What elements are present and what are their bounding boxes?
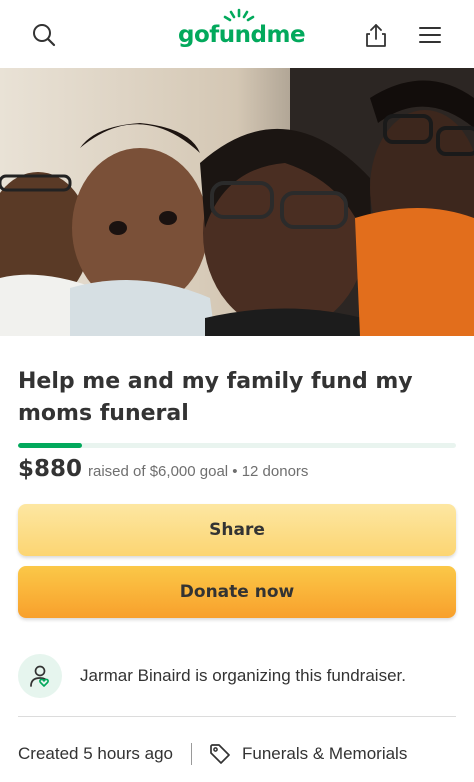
organizer-avatar — [18, 654, 62, 698]
share-button[interactable]: Share — [18, 504, 456, 556]
created-timestamp: Created 5 hours ago — [18, 744, 173, 763]
share-upload-icon — [366, 24, 386, 47]
gofundme-logo[interactable]: gofundme — [178, 8, 306, 52]
amount-raised: $880 — [18, 456, 83, 482]
menu-button[interactable] — [412, 17, 448, 53]
funding-progress-fill — [18, 443, 83, 448]
campaign-meta: Created 5 hours ago Funerals & Memorials — [18, 740, 407, 768]
raised-summary: $880 raised of $6,000 goal • 12 donors — [18, 456, 308, 488]
funding-progress-bar — [18, 443, 456, 448]
organizer-row[interactable]: Jarmar Binaird is organizing this fundra… — [18, 654, 456, 698]
hamburger-menu-icon — [419, 27, 441, 43]
logo-text: gofundme — [178, 22, 306, 48]
top-header: gofundme — [0, 0, 474, 68]
user-heart-icon — [30, 665, 49, 687]
tag-icon — [208, 742, 232, 766]
meta-separator — [191, 743, 192, 765]
header-share-button[interactable] — [358, 17, 394, 53]
category-link[interactable]: Funerals & Memorials — [242, 744, 407, 764]
search-button[interactable] — [26, 17, 62, 53]
campaign-title: Help me and my family fund my moms funer… — [18, 369, 413, 426]
organizer-text: Jarmar Binaird is organizing this fundra… — [80, 666, 406, 685]
campaign-hero-image[interactable] — [0, 68, 474, 336]
family-photo — [0, 68, 474, 336]
goal-and-donors: raised of $6,000 goal • 12 donors — [88, 463, 309, 480]
donate-now-button[interactable]: Donate now — [18, 566, 456, 618]
section-divider — [18, 716, 456, 717]
search-icon — [33, 24, 56, 47]
